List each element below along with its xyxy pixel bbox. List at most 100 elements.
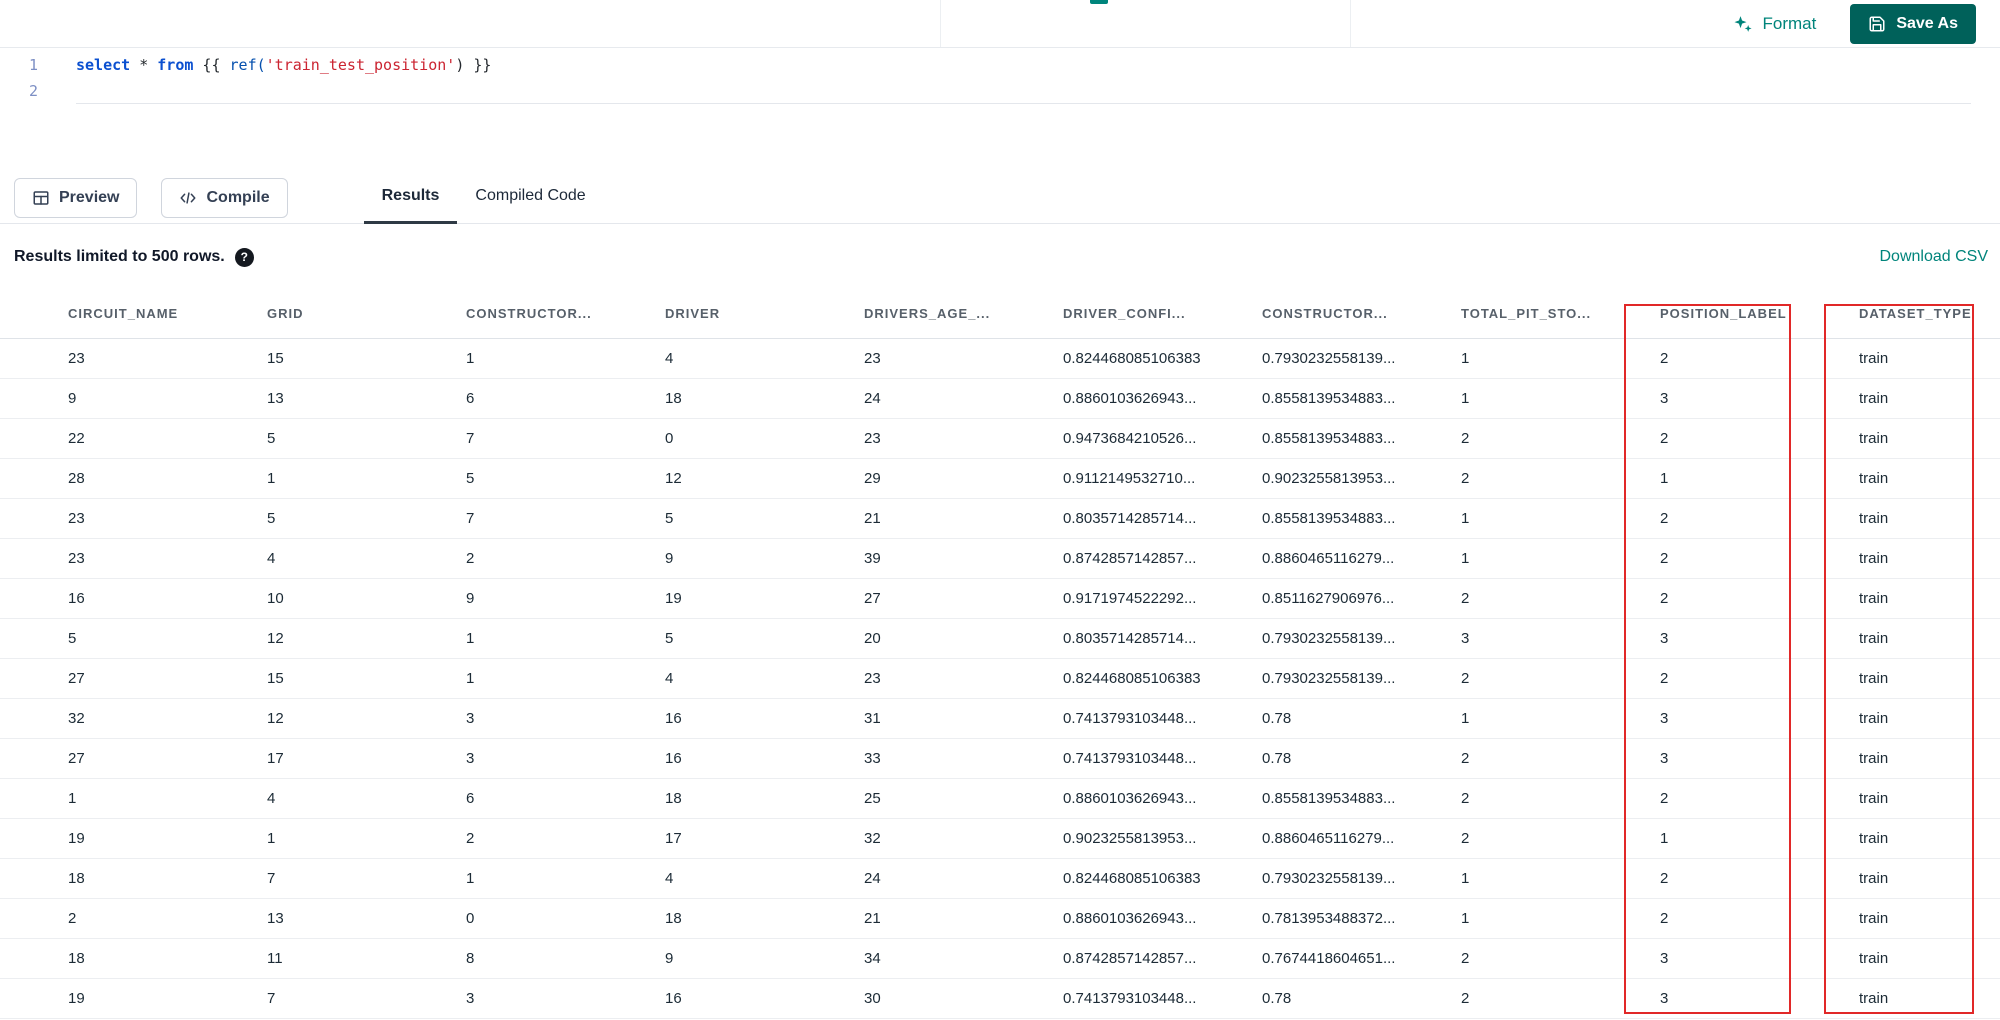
table-cell: 2 bbox=[1461, 418, 1660, 459]
table-cell: 0.7930232558139... bbox=[1262, 618, 1461, 659]
table-cell: 0.8742857142857... bbox=[1063, 938, 1262, 979]
table-cell: 0.8558139534883... bbox=[1262, 498, 1461, 539]
table-cell: 0.8860103626943... bbox=[1063, 778, 1262, 819]
code-line-2-content bbox=[76, 78, 1971, 104]
table-cell: 0.8035714285714... bbox=[1063, 618, 1262, 659]
table-cell: 0.824468085106383 bbox=[1063, 658, 1262, 699]
table-cell: 32 bbox=[864, 818, 1063, 859]
table-cell: 5 bbox=[267, 498, 466, 539]
table-cell: 2 bbox=[1461, 778, 1660, 819]
line-number-2: 2 bbox=[28, 82, 38, 100]
table-cell: 2 bbox=[1660, 858, 1859, 899]
table-cell: train bbox=[1859, 778, 2000, 819]
controls-row: Preview Compile Results Compiled Code bbox=[0, 172, 2000, 224]
table-cell: train bbox=[1859, 938, 2000, 979]
table-cell: 3 bbox=[466, 698, 665, 739]
table-cell: 0.78 bbox=[1262, 978, 1461, 1019]
save-as-label: Save As bbox=[1896, 14, 1958, 32]
preview-label: Preview bbox=[59, 188, 120, 206]
file-tab-separator bbox=[940, 0, 941, 47]
table-cell: 1 bbox=[1461, 498, 1660, 539]
table-cell: 5 bbox=[466, 458, 665, 499]
table-cell: 1 bbox=[267, 818, 466, 859]
help-icon[interactable]: ? bbox=[234, 247, 254, 267]
table-cell: 24 bbox=[864, 378, 1063, 419]
table-cell: 7 bbox=[267, 858, 466, 899]
table-cell: 2 bbox=[1660, 338, 1859, 379]
table-cell: 7 bbox=[466, 418, 665, 459]
table-cell: 0.9023255813953... bbox=[1063, 818, 1262, 859]
column-header: DRIVER_CONFI... bbox=[1063, 290, 1262, 339]
preview-button[interactable]: Preview bbox=[14, 177, 138, 218]
download-csv-link[interactable]: Download CSV bbox=[1880, 248, 1989, 266]
table-cell: 16 bbox=[665, 698, 864, 739]
table-cell: 0.8860103626943... bbox=[1063, 898, 1262, 939]
table-cell: train bbox=[1859, 498, 2000, 539]
table-cell: 2 bbox=[1660, 778, 1859, 819]
sql-keyword: select bbox=[76, 56, 131, 74]
table-cell: 31 bbox=[864, 698, 1063, 739]
table-cell: 23 bbox=[0, 498, 267, 539]
table-row: 23 5 7 5 21 0.8035714285714... 0.8558139534883… bbox=[0, 498, 2000, 539]
column-header: TOTAL_PIT_STO... bbox=[1461, 290, 1660, 339]
active-file-indicator bbox=[1090, 0, 1108, 4]
tab-compiled-code-label: Compiled Code bbox=[475, 187, 586, 204]
table-cell: 1 bbox=[466, 658, 665, 699]
table-cell: 0.78 bbox=[1262, 698, 1461, 739]
column-header: GRID bbox=[267, 290, 466, 339]
table-row: 1 4 6 18 25 0.8860103626943... 0.8558139534883… bbox=[0, 778, 2000, 819]
table-cell: 18 bbox=[665, 778, 864, 819]
table-cell: 15 bbox=[267, 338, 466, 379]
file-tab-separator bbox=[1350, 0, 1351, 47]
table-cell: 2 bbox=[1461, 458, 1660, 499]
compile-label: Compile bbox=[206, 188, 270, 206]
table-cell: 22 bbox=[0, 418, 267, 459]
table-cell: 2 bbox=[1660, 538, 1859, 579]
table-cell: 19 bbox=[0, 818, 267, 859]
tab-results[interactable]: Results bbox=[363, 172, 458, 224]
code-editor[interactable]: 1 select * from {{ ref('train_test_posit… bbox=[0, 48, 2000, 172]
table-cell: 4 bbox=[267, 778, 466, 819]
table-cell: 0.7930232558139... bbox=[1262, 658, 1461, 699]
table-row: 27 17 3 16 33 0.7413793103448... 0.78 2 3 train bbox=[0, 738, 2000, 779]
table-cell: 3 bbox=[1660, 618, 1859, 659]
table-cell: 5 bbox=[665, 618, 864, 659]
table-cell: 1 bbox=[1461, 378, 1660, 419]
table-cell: train bbox=[1859, 458, 2000, 499]
table-cell: 0.8860103626943... bbox=[1063, 378, 1262, 419]
table-cell: 0.8558139534883... bbox=[1262, 418, 1461, 459]
tab-compiled-code[interactable]: Compiled Code bbox=[457, 172, 603, 224]
table-cell: 2 bbox=[1660, 418, 1859, 459]
table-cell: 0.9112149532710... bbox=[1063, 458, 1262, 499]
table-cell: 0.8035714285714... bbox=[1063, 498, 1262, 539]
column-header: CONSTRUCTOR... bbox=[1262, 290, 1461, 339]
table-cell: 0.7930232558139... bbox=[1262, 858, 1461, 899]
table-cell: 27 bbox=[864, 578, 1063, 619]
format-button[interactable]: Format bbox=[1733, 14, 1816, 34]
table-cell: 0.8742857142857... bbox=[1063, 538, 1262, 579]
table-cell: 4 bbox=[665, 338, 864, 379]
table-cell: 10 bbox=[267, 578, 466, 619]
compile-button[interactable]: Compile bbox=[161, 177, 288, 218]
table-cell: 0.8860465116279... bbox=[1262, 538, 1461, 579]
table-cell: 3 bbox=[1660, 378, 1859, 419]
results-tabs: Results Compiled Code bbox=[363, 172, 604, 224]
table-cell: 6 bbox=[466, 778, 665, 819]
column-header: CONSTRUCTOR... bbox=[466, 290, 665, 339]
table-cell: 27 bbox=[0, 738, 267, 779]
sql-keyword: from bbox=[157, 56, 194, 74]
sparkle-icon bbox=[1733, 14, 1753, 34]
table-cell: train bbox=[1859, 978, 2000, 1019]
table-cell: 0.78 bbox=[1262, 738, 1461, 779]
table-cell: 5 bbox=[665, 498, 864, 539]
table-cell: 17 bbox=[665, 818, 864, 859]
save-as-button[interactable]: Save As bbox=[1850, 3, 1976, 44]
table-row: 23 4 2 9 39 0.8742857142857... 0.8860465116279… bbox=[0, 538, 2000, 579]
table-cell: 2 bbox=[1660, 658, 1859, 699]
table-cell: 2 bbox=[0, 898, 267, 939]
table-body: 23 15 1 4 23 0.824468085106383 0.7930232558139… bbox=[0, 338, 2000, 1019]
results-info-bar: Results limited to 500 rows. ? Download … bbox=[0, 224, 2000, 290]
table-cell: 2 bbox=[1461, 658, 1660, 699]
table-cell: 0.8558139534883... bbox=[1262, 778, 1461, 819]
table-cell: 29 bbox=[864, 458, 1063, 499]
